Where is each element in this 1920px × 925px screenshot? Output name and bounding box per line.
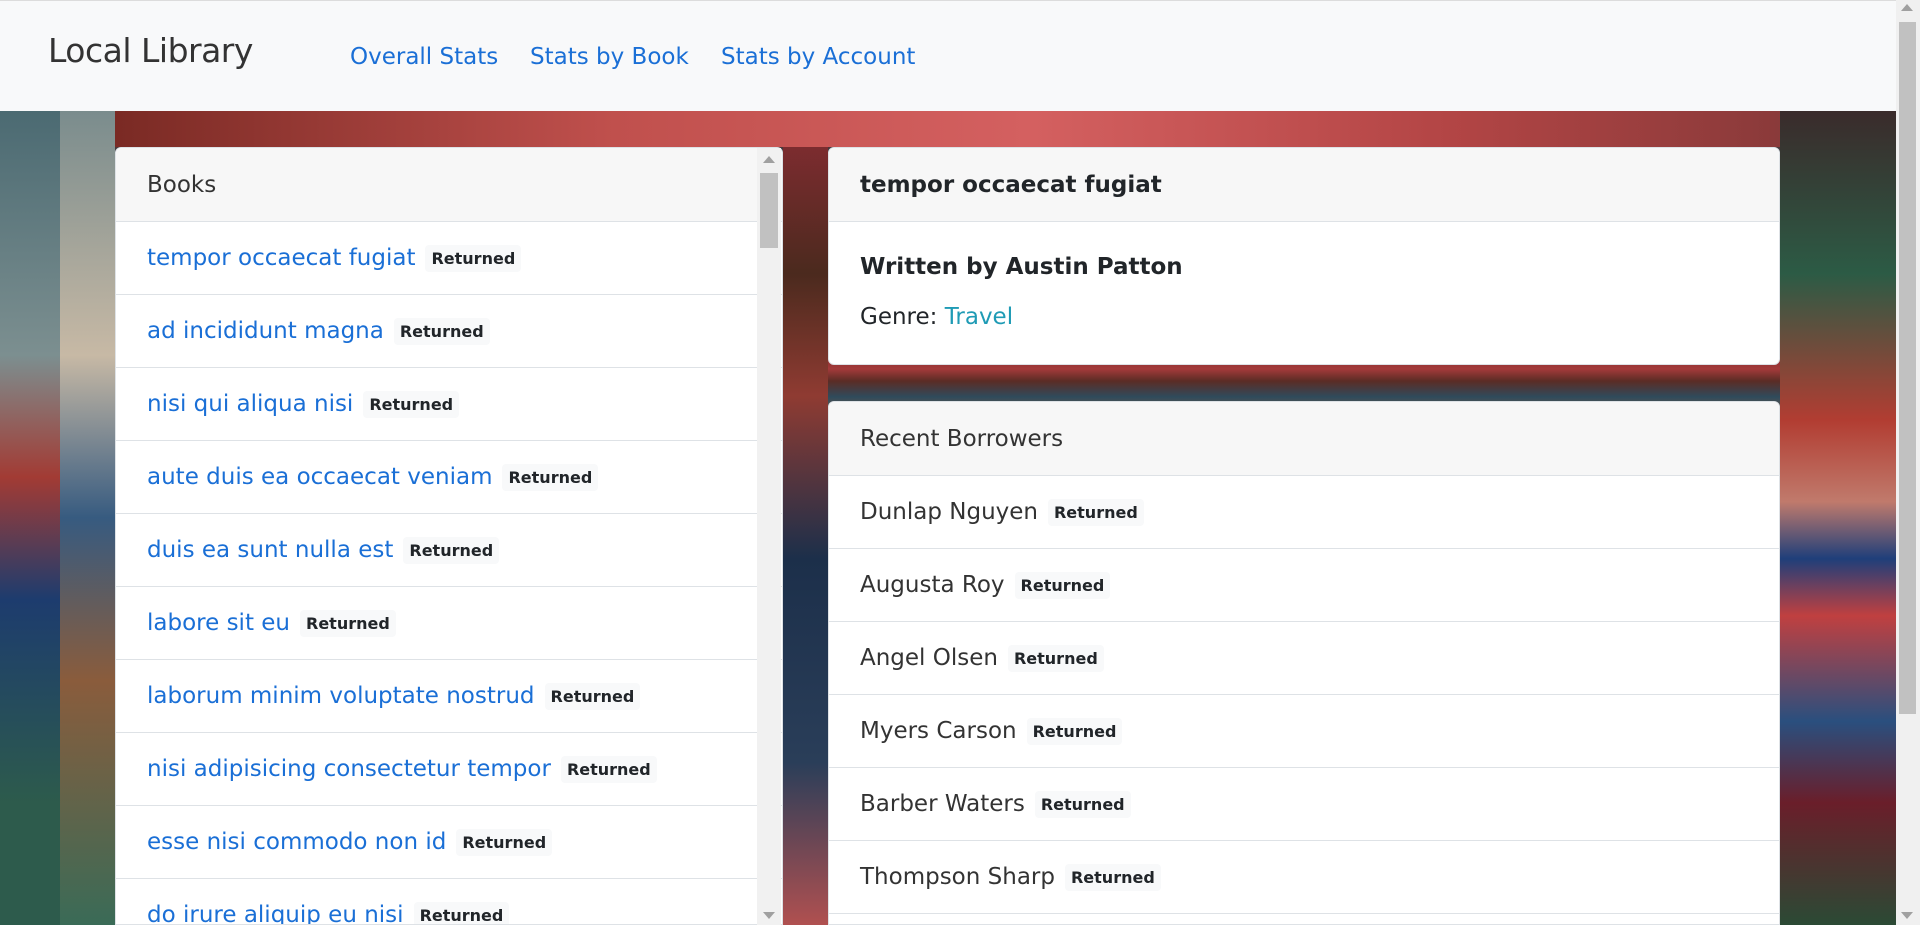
- book-link[interactable]: ad incididunt magna: [147, 318, 384, 344]
- top-navbar: Local Library Overall Stats Stats by Boo…: [0, 0, 1896, 111]
- nav-stats-by-book[interactable]: Stats by Book: [530, 44, 689, 70]
- book-list-item: nisi adipisicing consectetur tempor Retur…: [116, 733, 782, 806]
- book-link[interactable]: tempor occaecat fugiat: [147, 245, 415, 271]
- scroll-up-arrow-icon[interactable]: [1901, 4, 1913, 11]
- book-link[interactable]: do irure aliquip eu nisi: [147, 902, 404, 924]
- books-header: Books: [116, 148, 782, 222]
- status-badge: Returned: [502, 463, 599, 491]
- borrower-name: Thompson Sharp: [860, 864, 1055, 890]
- borrower-name: Angel Olsen: [860, 645, 998, 671]
- status-badge: Returned: [1014, 571, 1111, 599]
- status-badge: Returned: [363, 390, 460, 418]
- book-link[interactable]: nisi adipisicing consectetur tempor: [147, 756, 551, 782]
- borrower-name: Barber Waters: [860, 791, 1025, 817]
- status-badge: Returned: [1007, 644, 1104, 672]
- scroll-down-arrow-icon[interactable]: [1901, 912, 1913, 919]
- status-badge: Returned: [544, 682, 641, 710]
- books-scroll-down-icon[interactable]: [763, 912, 775, 919]
- book-list-item: aute duis ea occaecat veniam Returned: [116, 441, 782, 514]
- status-badge: Returned: [1034, 790, 1131, 818]
- books-card: Books tempor occaecat fugiat Returned ad …: [115, 147, 783, 925]
- book-link[interactable]: labore sit eu: [147, 610, 290, 636]
- book-link[interactable]: esse nisi commodo non id: [147, 829, 446, 855]
- book-detail-title: tempor occaecat fugiat: [829, 148, 1779, 222]
- book-genre: Genre: Travel: [860, 304, 1013, 330]
- status-badge: Returned: [1026, 717, 1123, 745]
- status-badge: Returned: [300, 609, 396, 637]
- book-list-item: tempor occaecat fugiat Returned: [116, 222, 782, 295]
- book-link[interactable]: aute duis ea occaecat veniam: [147, 464, 492, 490]
- book-link[interactable]: laborum minim voluptate nostrud: [147, 683, 535, 709]
- borrower-list-item: Dunlap Nguyen Returned: [829, 476, 1779, 549]
- borrowers-header: Recent Borrowers: [829, 402, 1779, 476]
- borrower-name: Myers Carson: [860, 718, 1017, 744]
- status-badge: Returned: [403, 536, 500, 564]
- book-list-item: laborum minim voluptate nostrud Returned: [116, 660, 782, 733]
- borrower-list-item: Barber Waters Returned: [829, 768, 1779, 841]
- borrower-name: Dunlap Nguyen: [860, 499, 1038, 525]
- book-link[interactable]: duis ea sunt nulla est: [147, 537, 393, 563]
- status-badge: Returned: [425, 244, 522, 272]
- borrower-list-item: Angel Olsen Returned: [829, 622, 1779, 695]
- status-badge: Returned: [1047, 498, 1144, 526]
- borrower-list-item: Thompson Sharp Returned: [829, 841, 1779, 914]
- books-scrollbar-thumb[interactable]: [760, 173, 778, 248]
- book-list-item: ad incididunt magna Returned: [116, 295, 782, 368]
- borrower-list-item: Myers Carson Returned: [829, 695, 1779, 768]
- genre-link[interactable]: Travel: [945, 304, 1013, 330]
- borrower-list-item: Augusta Roy Returned: [829, 549, 1779, 622]
- book-list-item: nisi qui aliqua nisi Returned: [116, 368, 782, 441]
- genre-label: Genre:: [860, 304, 938, 330]
- nav-overall-stats[interactable]: Overall Stats: [350, 44, 498, 70]
- books-scroll-up-icon[interactable]: [763, 156, 775, 163]
- book-list-item: do irure aliquip eu nisi Returned: [116, 879, 782, 924]
- brand-title[interactable]: Local Library: [48, 31, 253, 70]
- status-badge: Returned: [456, 828, 553, 856]
- status-badge: Returned: [1064, 863, 1161, 891]
- book-list-item: duis ea sunt nulla est Returned: [116, 514, 782, 587]
- books-scrollbar[interactable]: [757, 148, 781, 925]
- status-badge: Returned: [560, 755, 657, 783]
- book-list-item: labore sit eu Returned: [116, 587, 782, 660]
- book-link[interactable]: nisi qui aliqua nisi: [147, 391, 353, 417]
- status-badge: Returned: [413, 901, 510, 924]
- recent-borrowers-card: Recent Borrowers Dunlap Nguyen Returned A…: [828, 401, 1780, 925]
- window-scrollbar-thumb[interactable]: [1899, 22, 1916, 714]
- book-list-item: esse nisi commodo non id Returned: [116, 806, 782, 879]
- book-author: Written by Austin Patton: [860, 254, 1183, 280]
- status-badge: Returned: [393, 317, 490, 345]
- borrower-name: Augusta Roy: [860, 572, 1005, 598]
- book-detail-card: tempor occaecat fugiat Written by Austin…: [828, 147, 1780, 365]
- nav-stats-by-account[interactable]: Stats by Account: [721, 44, 915, 70]
